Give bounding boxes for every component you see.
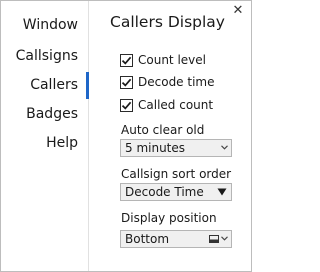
checkmark-icon bbox=[121, 78, 132, 87]
close-icon[interactable]: ✕ bbox=[231, 4, 245, 18]
display-position-value: Bottom bbox=[125, 232, 170, 246]
chevron-down-icon bbox=[221, 236, 228, 241]
checkmark-icon bbox=[121, 101, 132, 110]
bottom-position-icon bbox=[209, 235, 219, 243]
panel-title: Callers Display bbox=[110, 13, 225, 31]
called-count-label: Called count bbox=[138, 98, 214, 112]
nav-item-callers[interactable]: Callers bbox=[30, 77, 78, 93]
settings-nav: Window Callsigns Callers Badges Help bbox=[1, 1, 89, 271]
sort-order-select[interactable]: Decode Time bbox=[120, 183, 232, 201]
sort-order-value: Decode Time bbox=[125, 185, 204, 199]
decode-time-checkbox-row[interactable]: Decode time bbox=[120, 74, 215, 90]
nav-item-window[interactable]: Window bbox=[23, 17, 78, 33]
count-level-checkbox-row[interactable]: Count level bbox=[120, 52, 206, 68]
count-level-label: Count level bbox=[138, 53, 206, 67]
checkmark-icon bbox=[121, 56, 132, 65]
auto-clear-select[interactable]: 5 minutes bbox=[120, 139, 232, 157]
decode-time-label: Decode time bbox=[138, 75, 215, 89]
chevron-down-icon bbox=[221, 145, 228, 150]
called-count-checkbox[interactable] bbox=[120, 98, 133, 112]
display-position-label: Display position bbox=[121, 211, 217, 225]
nav-selection-indicator bbox=[86, 72, 89, 99]
nav-item-help[interactable]: Help bbox=[46, 135, 78, 151]
display-position-select[interactable]: Bottom bbox=[120, 230, 232, 248]
count-level-checkbox[interactable] bbox=[120, 53, 133, 67]
sort-order-label: Callsign sort order bbox=[121, 167, 232, 181]
triangle-down-icon bbox=[217, 188, 227, 196]
auto-clear-label: Auto clear old bbox=[121, 123, 205, 137]
settings-window: ✕ Window Callsigns Callers Badges Help C… bbox=[0, 0, 252, 272]
auto-clear-value: 5 minutes bbox=[125, 141, 186, 155]
decode-time-checkbox[interactable] bbox=[120, 75, 133, 89]
nav-item-callsigns[interactable]: Callsigns bbox=[16, 48, 78, 64]
called-count-checkbox-row[interactable]: Called count bbox=[120, 97, 213, 113]
nav-item-badges[interactable]: Badges bbox=[26, 106, 78, 122]
